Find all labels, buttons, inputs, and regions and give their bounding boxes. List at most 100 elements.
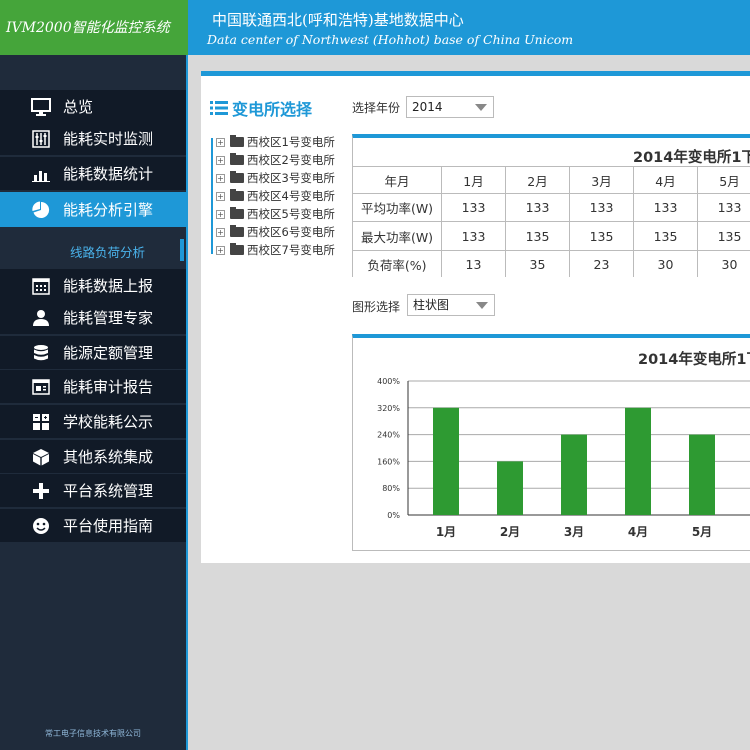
table-row-label: 最大功率(W) bbox=[353, 222, 442, 251]
year-select[interactable]: 2014 bbox=[406, 96, 494, 118]
sidebar-item-school-publicity[interactable]: 学校能耗公示 bbox=[0, 405, 186, 438]
table-header-cell: 2月 bbox=[506, 167, 570, 194]
year-select-value: 2014 bbox=[412, 100, 443, 114]
expand-icon[interactable]: + bbox=[216, 155, 225, 165]
year-label: 选择年份 bbox=[352, 101, 401, 115]
table-cell: 133 bbox=[506, 194, 570, 222]
header-title-cn: 中国联通西北(呼和浩特)基地数据中心 bbox=[212, 11, 464, 29]
sidebar-item-label: 能耗数据统计 bbox=[63, 165, 154, 183]
table-row-label: 平均功率(W) bbox=[353, 194, 442, 222]
table-row-label: 负荷率(%) bbox=[353, 251, 442, 277]
system-name: IVM2000智能化监控系统 bbox=[6, 20, 170, 36]
chevron-down-icon bbox=[475, 104, 487, 111]
table-cell: 30 bbox=[698, 251, 750, 277]
expand-icon[interactable]: + bbox=[216, 227, 225, 237]
sidebar-item-data-report[interactable]: 能耗数据上报 bbox=[0, 269, 186, 302]
tree-item[interactable]: + 西校区3号变电所 bbox=[216, 170, 335, 186]
tree-item-label: 西校区3号变电所 bbox=[247, 171, 335, 185]
active-indicator bbox=[180, 239, 184, 261]
bar bbox=[561, 434, 587, 515]
tree-item[interactable]: + 西校区1号变电所 bbox=[216, 134, 335, 150]
bar-chart: 0% 80% 160% 240% 320% 400% 1月 2月 3月 4月 5月 bbox=[377, 377, 750, 539]
tree-item-label: 西校区7号变电所 bbox=[247, 243, 335, 257]
bar-chart-icon bbox=[30, 164, 52, 184]
table-cell: 13 bbox=[442, 251, 506, 277]
tree-item-label: 西校区4号变电所 bbox=[247, 189, 335, 203]
tree-item[interactable]: + 西校区6号变电所 bbox=[216, 224, 335, 240]
user-icon bbox=[30, 308, 52, 328]
table-cell: 133 bbox=[570, 194, 634, 222]
sidebar-item-label: 平台使用指南 bbox=[63, 517, 154, 535]
sidebar-item-label: 平台系统管理 bbox=[63, 482, 154, 500]
plus-icon bbox=[30, 481, 52, 501]
folder-icon bbox=[230, 243, 244, 255]
folder-icon bbox=[230, 189, 244, 201]
y-tick-label: 160% bbox=[377, 457, 400, 466]
tree-item-label: 西校区6号变电所 bbox=[247, 225, 335, 239]
chart-type-select-value: 柱状图 bbox=[413, 298, 450, 312]
sidebar-item-platform-management[interactable]: 平台系统管理 bbox=[0, 474, 186, 507]
tree-item[interactable]: + 西校区2号变电所 bbox=[216, 152, 335, 168]
expand-icon[interactable]: + bbox=[216, 209, 225, 219]
table-cell: 133 bbox=[442, 222, 506, 251]
sidebar-item-label: 能耗管理专家 bbox=[63, 309, 154, 327]
sidebar-item-overview[interactable]: 总览 bbox=[0, 90, 186, 123]
table-cell: 35 bbox=[506, 251, 570, 277]
table-cell: 135 bbox=[570, 222, 634, 251]
table-header-cell: 5月 bbox=[698, 167, 750, 194]
sidebar-item-label: 总览 bbox=[63, 98, 94, 116]
calculator-icon bbox=[30, 412, 52, 432]
sidebar-item-system-integration[interactable]: 其他系统集成 bbox=[0, 440, 186, 473]
chart-type-select[interactable]: 柱状图 bbox=[407, 294, 495, 316]
table-cell: 23 bbox=[570, 251, 634, 277]
table-cell: 135 bbox=[634, 222, 698, 251]
sidebar-item-quota-management[interactable]: 能源定额管理 bbox=[0, 336, 186, 369]
table-cell: 135 bbox=[506, 222, 570, 251]
data-table: 2014年变电所1下 年月 1月 2月 3月 4月 5月 平均功率(W) 133 133 133 1… bbox=[352, 134, 750, 277]
table-header-cell: 年月 bbox=[353, 167, 442, 194]
tree-item[interactable]: + 西校区7号变电所 bbox=[216, 242, 335, 258]
tree-item[interactable]: + 西校区4号变电所 bbox=[216, 188, 335, 204]
x-tick-label: 1月 bbox=[436, 525, 456, 539]
sidebar-divider bbox=[186, 55, 188, 750]
bar bbox=[497, 461, 523, 515]
logo-box: IVM2000智能化监控系统 bbox=[0, 0, 188, 55]
smile-icon bbox=[30, 516, 52, 536]
database-icon bbox=[30, 343, 52, 363]
list-icon bbox=[210, 101, 228, 115]
expand-icon[interactable]: + bbox=[216, 173, 225, 183]
section-title-text: 变电所选择 bbox=[232, 100, 313, 119]
header-bar: IVM2000智能化监控系统 中国联通西北(呼和浩特)基地数据中心 Data c… bbox=[0, 0, 750, 55]
sidebar-item-audit-report[interactable]: 能耗审计报告 bbox=[0, 370, 186, 403]
sidebar-item-label: 能耗分析引擎 bbox=[63, 201, 154, 219]
sidebar-item-label: 能耗数据上报 bbox=[63, 277, 154, 295]
pie-chart-icon bbox=[30, 200, 52, 220]
x-tick-label: 2月 bbox=[500, 525, 520, 539]
table-cell: 133 bbox=[442, 194, 506, 222]
tree-item[interactable]: + 西校区5号变电所 bbox=[216, 206, 335, 222]
table-header-cell: 3月 bbox=[570, 167, 634, 194]
sidebar-item-data-statistics[interactable]: 能耗数据统计 bbox=[0, 157, 186, 190]
bar bbox=[689, 434, 715, 515]
chart-container: 2014年变电所1下 0% 80% 160% 240% 320% 400% 1月 2月 3月 4月… bbox=[352, 334, 750, 551]
sidebar-item-management-expert[interactable]: 能耗管理专家 bbox=[0, 301, 186, 334]
sidebar-subitem-line-load[interactable]: 线路负荷分析 bbox=[0, 231, 186, 269]
bar bbox=[433, 407, 459, 515]
expand-icon[interactable]: + bbox=[216, 137, 225, 147]
expand-icon[interactable]: + bbox=[216, 191, 225, 201]
sidebar-item-label: 能耗审计报告 bbox=[63, 378, 154, 396]
sidebar-item-user-guide[interactable]: 平台使用指南 bbox=[0, 509, 186, 542]
header-title-en: Data center of Northwest (Hohhot) base o… bbox=[207, 32, 574, 47]
y-tick-label: 240% bbox=[377, 431, 400, 440]
company-footer: 常工电子信息技术有限公司 bbox=[45, 729, 141, 738]
x-tick-label: 5月 bbox=[692, 525, 712, 539]
expand-icon[interactable]: + bbox=[216, 245, 225, 255]
section-title: 变电所选择 bbox=[210, 96, 312, 120]
sidebar-item-label: 其他系统集成 bbox=[63, 448, 154, 466]
sidebar-item-realtime-monitor[interactable]: 能耗实时监测 bbox=[0, 122, 186, 155]
table-cell: 30 bbox=[634, 251, 698, 277]
report-icon bbox=[30, 377, 52, 397]
sidebar-item-analysis-engine[interactable]: 能耗分析引擎 bbox=[0, 192, 186, 227]
folder-icon bbox=[230, 207, 244, 219]
sidebar-item-label: 学校能耗公示 bbox=[63, 413, 154, 431]
